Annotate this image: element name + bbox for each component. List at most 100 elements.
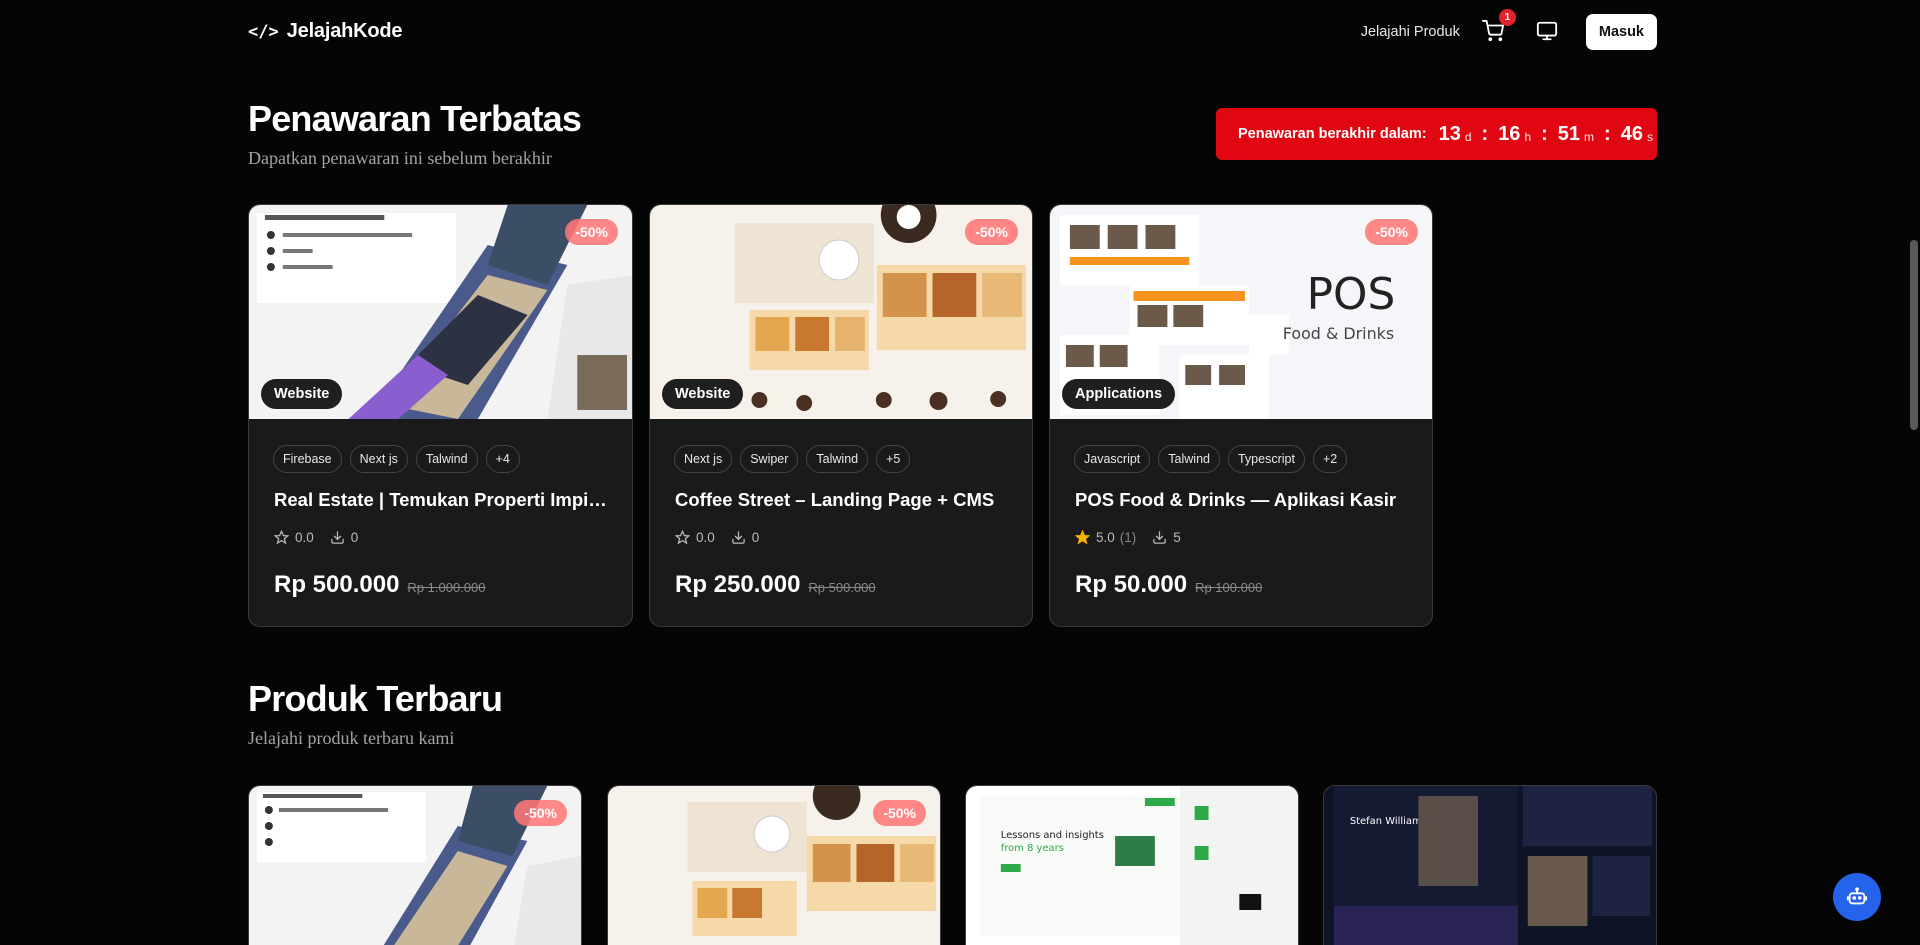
old-price: Rp 500.000 xyxy=(808,580,876,595)
countdown-hours-unit: h xyxy=(1524,130,1532,144)
download-count: 0 xyxy=(350,530,359,545)
price: Rp 500.000 xyxy=(274,571,400,598)
countdown-minutes-unit: m xyxy=(1584,130,1595,144)
product-card[interactable]: Stefan William Website xyxy=(1323,785,1657,945)
product-type-badge: Applications xyxy=(1062,379,1176,409)
price-row: Rp 250.000 Rp 500.000 xyxy=(675,571,876,599)
countdown-minutes: 51 xyxy=(1557,122,1581,145)
rating: 0.0 xyxy=(274,530,314,545)
rating: 0.0 xyxy=(675,530,715,545)
login-button[interactable]: Masuk xyxy=(1585,14,1657,50)
thumb-pos-subtitle: Food & Drinks xyxy=(1283,324,1394,343)
chatbot-button[interactable] xyxy=(1833,873,1881,921)
product-stats: 0.0 0 xyxy=(675,530,775,545)
old-price: Rp 1.000.000 xyxy=(407,580,486,595)
star-icon xyxy=(274,530,289,545)
product-thumbnail[interactable]: -50% Website xyxy=(249,786,581,945)
old-price: Rp 100.000 xyxy=(1195,580,1263,595)
tech-tags: Next js Swiper Talwind +5 xyxy=(674,445,911,473)
product-thumbnail[interactable]: Lessons and insights from 8 years Websit… xyxy=(966,786,1298,945)
product-thumbnail[interactable]: -50% Website xyxy=(650,205,1032,419)
countdown-days: 13 xyxy=(1438,122,1461,145)
discount-badge: -50% xyxy=(565,219,618,245)
page-scrollbar[interactable] xyxy=(1910,240,1918,430)
countdown-seconds-unit: s xyxy=(1646,130,1653,144)
product-thumbnail[interactable]: POS Food & Drinks -50% Applications xyxy=(1050,205,1432,419)
product-thumbnail[interactable]: -50% Website xyxy=(608,786,940,945)
code-icon: </> xyxy=(248,21,279,42)
product-stats: 5.0 (1) 5 xyxy=(1075,530,1197,545)
product-thumbnail[interactable]: -50% Website xyxy=(249,205,632,419)
tech-tags: Javascript Talwind Typescript +2 xyxy=(1074,445,1348,473)
discount-badge: -50% xyxy=(514,800,567,826)
price: Rp 250.000 xyxy=(675,571,801,598)
product-card[interactable]: -50% Website xyxy=(607,785,941,945)
product-card[interactable]: -50% Website xyxy=(248,785,582,945)
review-count: (1) xyxy=(1119,530,1137,545)
downloads: 5 xyxy=(1152,530,1181,545)
top-navbar: </> JelajahKode Jelajahi Produk 1 Masuk xyxy=(0,0,1920,64)
download-icon xyxy=(331,531,344,544)
monitor-icon xyxy=(1536,21,1557,41)
learning-site-preview-image: Lessons and insights from 8 years xyxy=(966,786,1298,945)
countdown-timer: Penawaran berakhir dalam: 13 d : 16 h : 51… xyxy=(1216,108,1657,160)
cart-count-badge: 1 xyxy=(1498,9,1516,26)
tech-tag: Firebase xyxy=(273,445,342,473)
rating-value: 0.0 xyxy=(696,530,715,545)
download-icon xyxy=(732,531,745,544)
tech-tags: Firebase Next js Talwind +4 xyxy=(273,445,520,473)
product-type-badge: Website xyxy=(261,379,343,409)
downloads: 0 xyxy=(731,530,760,545)
countdown-seconds: 46 xyxy=(1620,122,1643,145)
product-card[interactable]: -50% Website Next js Swiper Talwind +5 C… xyxy=(649,204,1033,627)
discount-badge: -50% xyxy=(873,800,926,826)
rating: 5.0 (1) xyxy=(1075,530,1136,545)
download-count: 5 xyxy=(1173,530,1181,545)
price-row: Rp 50.000 Rp 100.000 xyxy=(1075,571,1262,599)
nav-actions: Jelajahi Produk 1 Masuk xyxy=(1361,9,1657,50)
tech-tag: Talwind xyxy=(1158,445,1220,473)
tech-tag-more: +5 xyxy=(876,445,911,473)
cart-button[interactable]: 1 xyxy=(1481,9,1516,44)
product-card[interactable]: -50% Website Firebase Next js Talwind +4… xyxy=(248,204,633,627)
product-type-badge: Website xyxy=(662,379,744,409)
rating-value: 5.0 xyxy=(1096,530,1115,545)
download-icon xyxy=(1153,531,1167,544)
product-title[interactable]: Coffee Street – Landing Page + CMS xyxy=(675,489,1015,511)
tech-tag: Next js xyxy=(674,445,733,473)
thumb-name: Stefan William xyxy=(1350,816,1422,827)
discount-badge: -50% xyxy=(1365,219,1418,245)
countdown-hours: 16 xyxy=(1498,122,1521,145)
product-card[interactable]: POS Food & Drinks -50% Applications Java… xyxy=(1049,204,1433,627)
countdown-separator: : xyxy=(1481,122,1489,145)
nav-explore-products[interactable]: Jelajahi Produk xyxy=(1361,24,1460,40)
product-title[interactable]: POS Food & Drinks — Aplikasi Kasir xyxy=(1075,489,1415,511)
portfolio-preview-image: Stefan William xyxy=(1324,786,1656,945)
price: Rp 50.000 xyxy=(1075,571,1188,598)
tech-tag: Javascript xyxy=(1074,445,1151,473)
latest-products-subtitle: Jelajahi produk terbaru kami xyxy=(248,728,455,748)
product-title[interactable]: Real Estate | Temukan Properti Impian... xyxy=(274,489,614,511)
robot-icon xyxy=(1846,887,1868,905)
countdown-days-unit: d xyxy=(1464,130,1472,144)
thumb-subheading: from 8 years xyxy=(1001,843,1064,854)
thumb-heading: Lessons and insights xyxy=(1001,830,1104,841)
star-icon xyxy=(675,530,690,545)
tech-tag: Next js xyxy=(349,445,408,473)
download-count: 0 xyxy=(751,530,760,545)
countdown-separator: : xyxy=(1541,122,1548,145)
tech-tag-more: +4 xyxy=(485,445,520,473)
limited-offer-title: Penawaran Terbatas xyxy=(248,98,582,139)
discount-badge: -50% xyxy=(965,219,1018,245)
brand-logo[interactable]: </> JelajahKode xyxy=(248,20,403,43)
limited-offer-subtitle: Dapatkan penawaran ini sebelum berakhir xyxy=(248,148,552,168)
star-filled-icon xyxy=(1075,530,1090,545)
tech-tag-more: +2 xyxy=(1312,445,1348,473)
thumb-pos-title: POS xyxy=(1307,269,1396,320)
product-stats: 0.0 0 xyxy=(274,530,374,545)
product-thumbnail[interactable]: Stefan William Website xyxy=(1324,786,1656,945)
product-card[interactable]: Lessons and insights from 8 years Websit… xyxy=(965,785,1299,945)
brand-name: JelajahKode xyxy=(286,20,403,42)
rating-value: 0.0 xyxy=(295,530,314,545)
theme-toggle-button[interactable] xyxy=(1536,20,1560,44)
